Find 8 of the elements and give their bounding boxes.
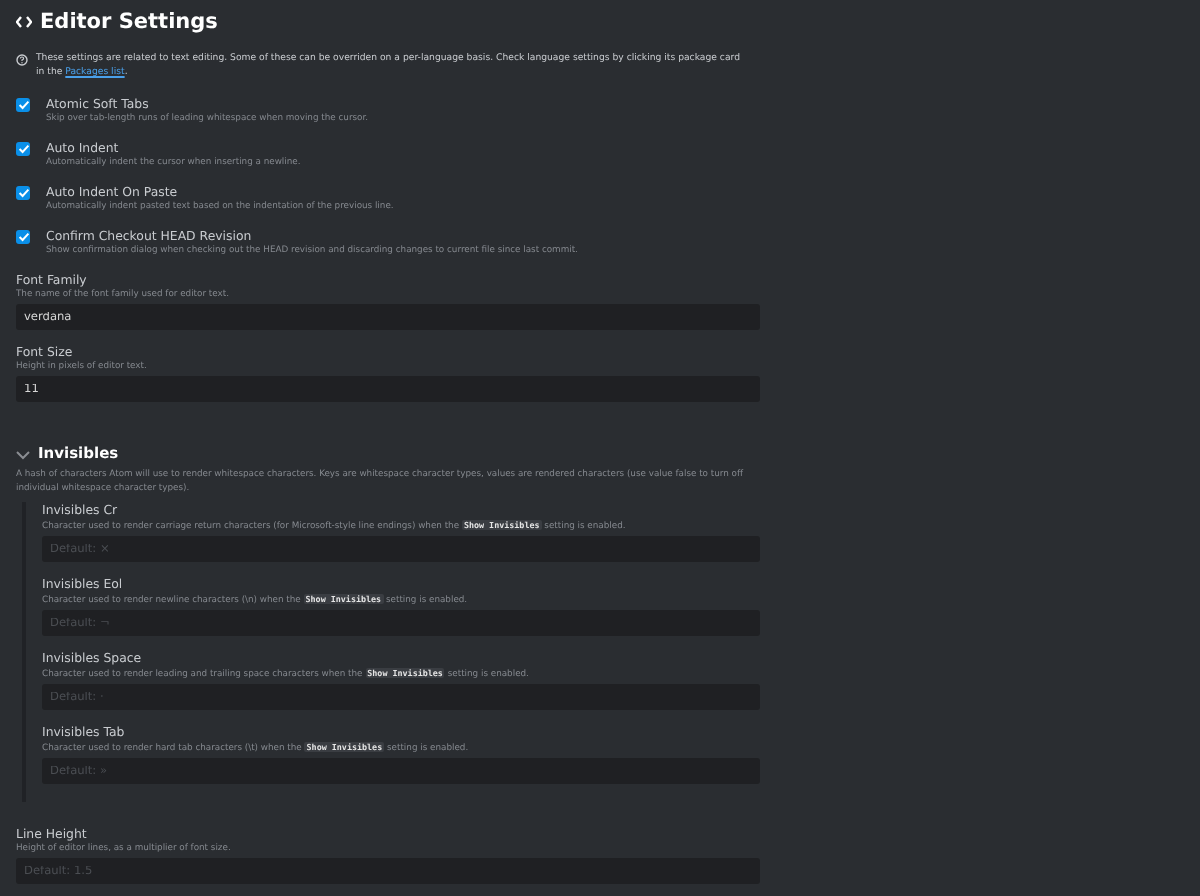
- checkbox[interactable]: [16, 98, 30, 112]
- code-icon: [16, 16, 32, 28]
- checkbox[interactable]: [16, 230, 30, 244]
- chevron-icon[interactable]: [16, 449, 30, 459]
- help-icon: [16, 53, 28, 65]
- page-title: Editor Settings: [40, 8, 218, 36]
- checkbox[interactable]: [16, 142, 30, 156]
- checkbox[interactable]: [16, 186, 30, 200]
